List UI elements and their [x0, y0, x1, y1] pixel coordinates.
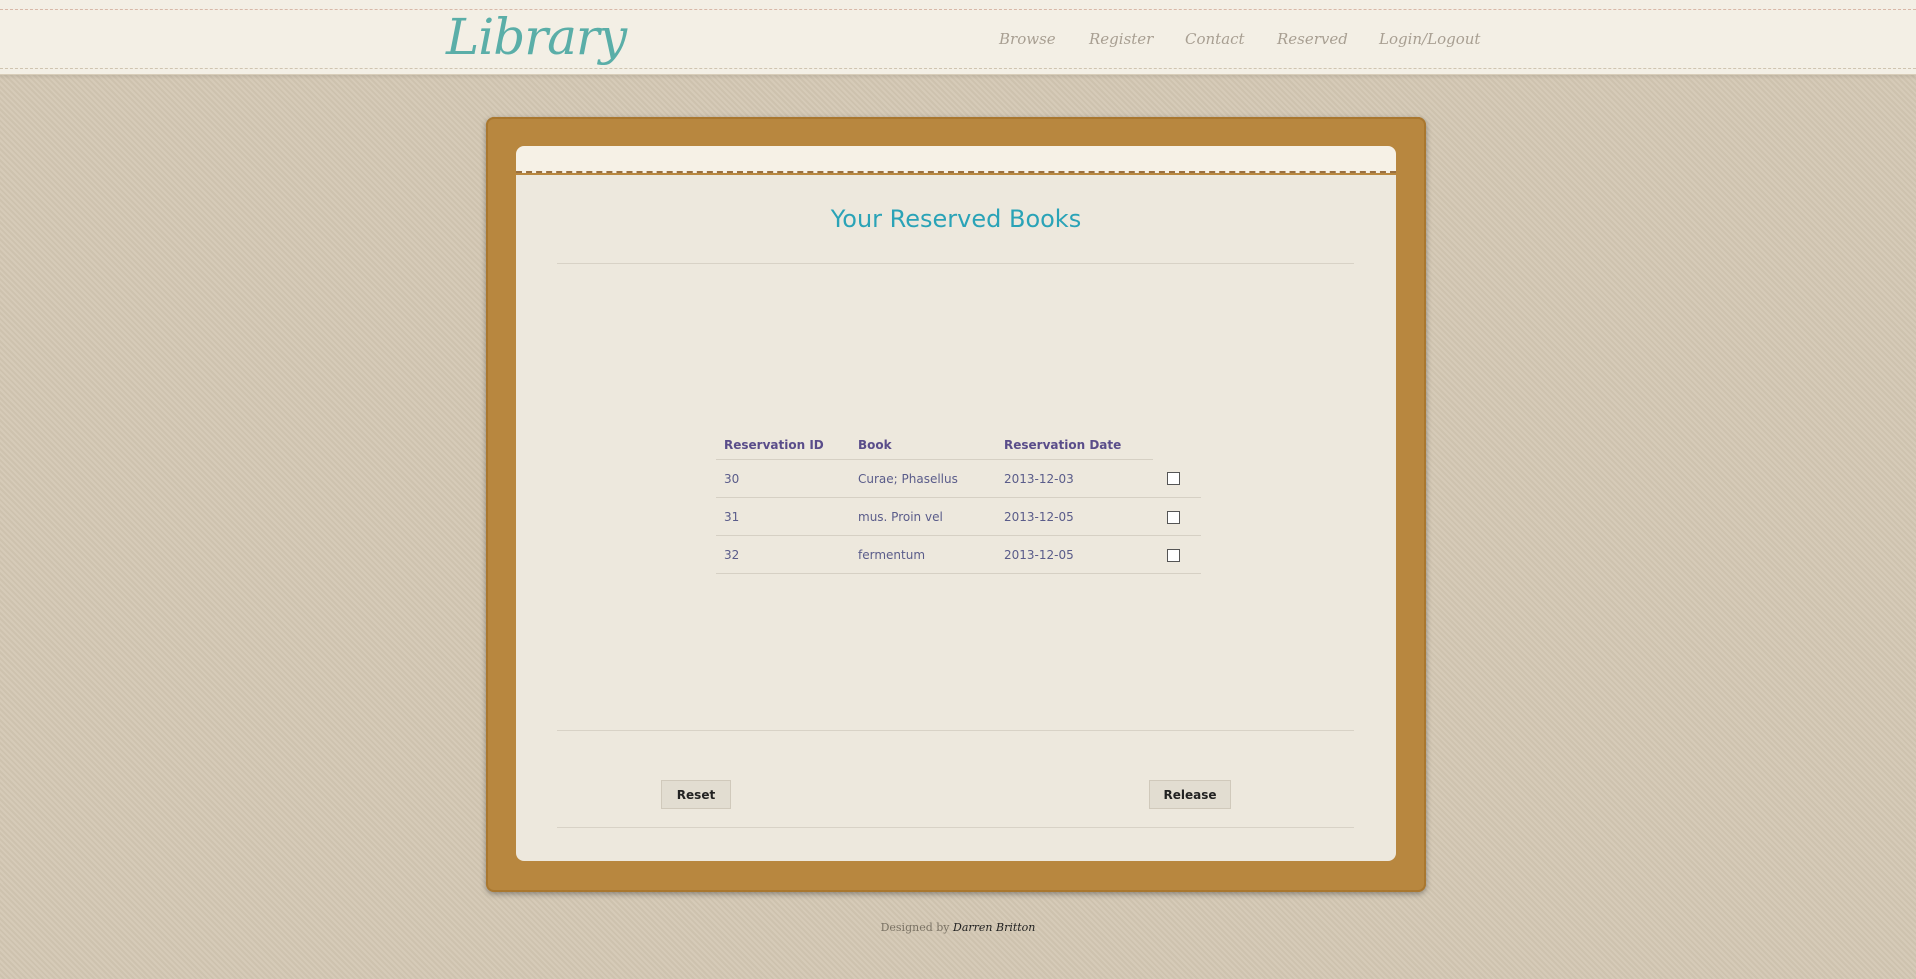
col-header-reservation-date: Reservation Date — [996, 430, 1153, 460]
nav-reserved[interactable]: Reserved — [1277, 30, 1348, 48]
col-header-reservation-id: Reservation ID — [716, 430, 850, 460]
nav-login-logout[interactable]: Login/Logout — [1379, 30, 1480, 48]
nav-register[interactable]: Register — [1089, 30, 1153, 48]
cell-book: fermentum — [850, 535, 996, 574]
cell-select — [1153, 497, 1201, 536]
release-checkbox[interactable] — [1167, 548, 1180, 562]
table-row: 32 fermentum 2013-12-05 — [716, 535, 1201, 574]
table-header-row: Reservation ID Book Reservation Date — [716, 430, 1201, 460]
cell-select — [1153, 535, 1201, 574]
release-button[interactable]: Release — [1149, 780, 1231, 809]
cell-date: 2013-12-03 — [996, 459, 1153, 498]
release-checkbox[interactable] — [1167, 510, 1180, 524]
footer-author-link[interactable]: Darren Britton — [953, 921, 1035, 934]
col-header-book: Book — [850, 430, 996, 460]
cell-reservation-id: 32 — [716, 535, 850, 574]
cell-reservation-id: 31 — [716, 497, 850, 536]
header-bar: Library Browse Register Contact Reserved… — [0, 0, 1916, 75]
nav-contact[interactable]: Contact — [1185, 30, 1245, 48]
cell-reservation-id: 30 — [716, 459, 850, 498]
cell-book: Curae; Phasellus — [850, 459, 996, 498]
cell-date: 2013-12-05 — [996, 497, 1153, 536]
footer-credit: Designed by Darren Britton — [0, 921, 1916, 934]
reservations-table: Reservation ID Book Reservation Date 30 … — [716, 430, 1201, 574]
site-logo[interactable]: Library — [446, 8, 627, 66]
divider-middle — [557, 730, 1354, 731]
reset-button[interactable]: Reset — [661, 780, 731, 809]
cell-select — [1153, 459, 1201, 498]
footer-prefix: Designed by — [880, 921, 950, 934]
cell-book: mus. Proin vel — [850, 497, 996, 536]
page-title: Your Reserved Books — [830, 205, 1082, 233]
paper-header-strip — [516, 146, 1396, 173]
nav-browse[interactable]: Browse — [999, 30, 1056, 48]
table-row: 30 Curae; Phasellus 2013-12-03 — [716, 459, 1201, 498]
divider-top — [557, 263, 1354, 264]
cell-date: 2013-12-05 — [996, 535, 1153, 574]
divider-bottom — [557, 827, 1354, 828]
release-checkbox[interactable] — [1167, 472, 1180, 486]
col-header-select — [1153, 430, 1201, 460]
reserved-books-panel: Your Reserved Books Reservation ID Book … — [516, 175, 1396, 861]
table-row: 31 mus. Proin vel 2013-12-05 — [716, 497, 1201, 536]
